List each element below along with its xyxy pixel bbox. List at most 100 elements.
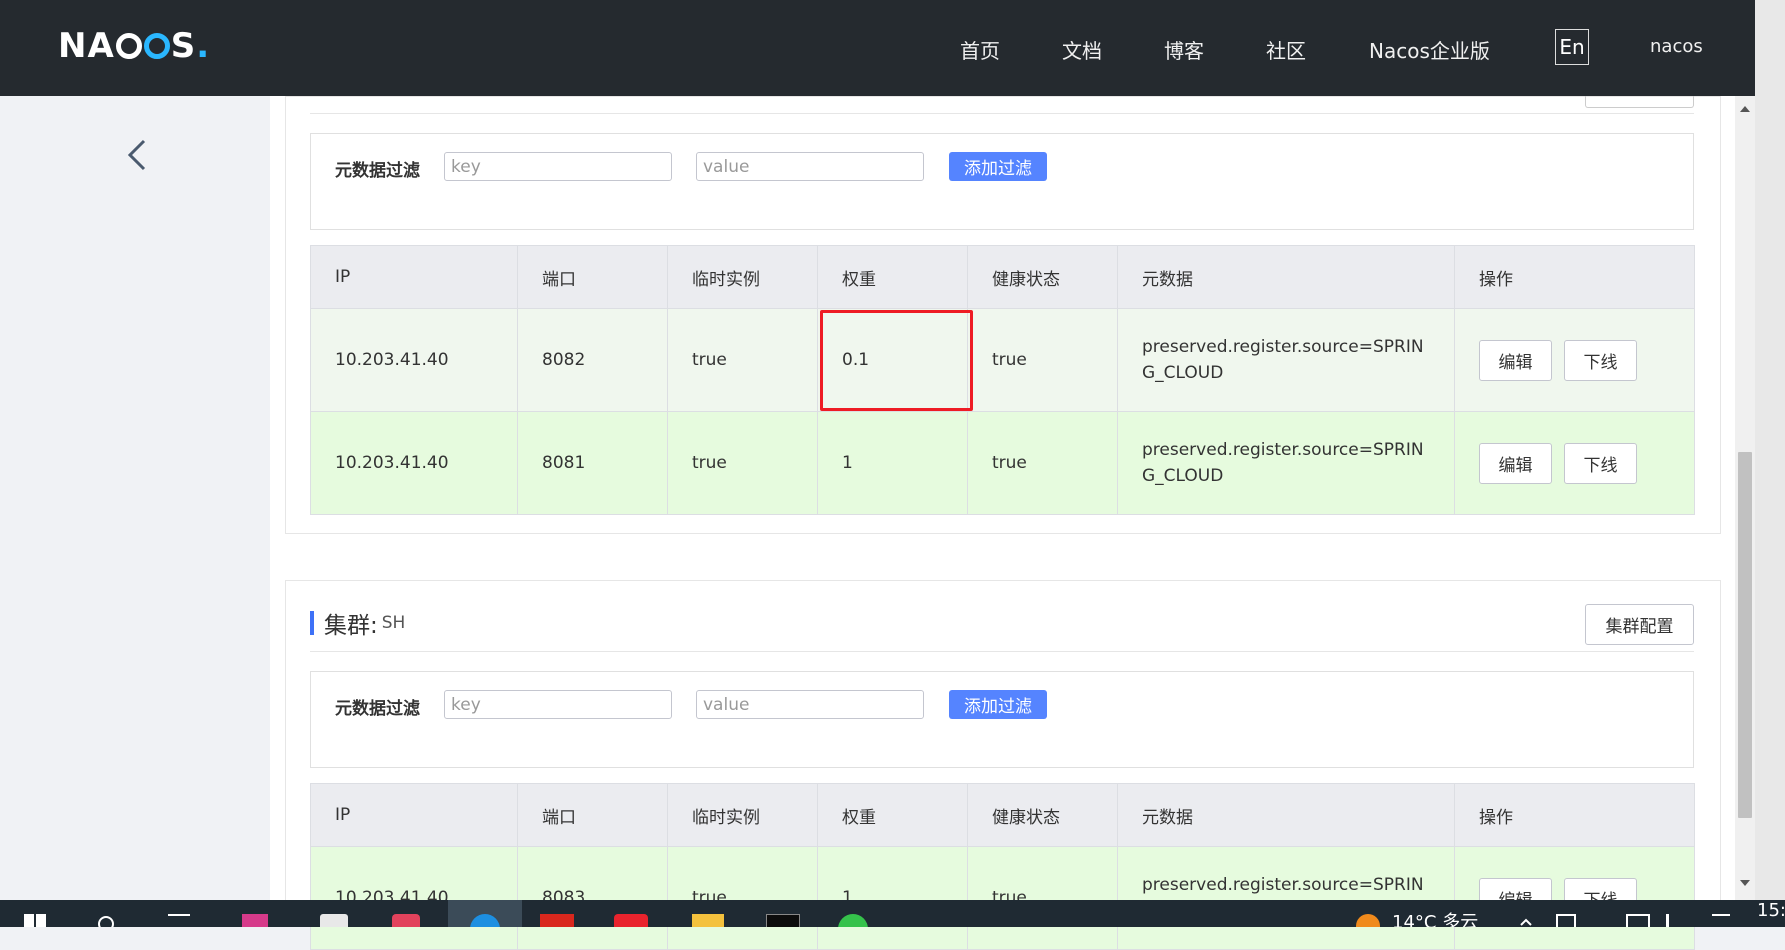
col-ephemeral: 临时实例 — [667, 245, 818, 309]
terminal-icon[interactable] — [766, 914, 800, 927]
back-arrow-icon[interactable] — [124, 138, 148, 172]
add-filter-button[interactable]: 添加过滤 — [949, 152, 1047, 181]
cell-port: 8082 — [517, 308, 668, 412]
ime-icon[interactable] — [1712, 914, 1730, 927]
chevron-up-icon[interactable] — [1518, 914, 1534, 927]
col-port: 端口 — [517, 245, 668, 309]
cluster-title: 集群: SH — [310, 606, 405, 640]
language-toggle[interactable]: En — [1555, 29, 1589, 65]
volume-icon[interactable] — [1666, 914, 1689, 927]
search-icon[interactable] — [96, 914, 118, 927]
scroll-up-arrow-icon[interactable] — [1740, 106, 1750, 112]
metadata-filter: 元数据过滤 添加过滤 — [310, 133, 1694, 230]
title-accent-bar — [310, 611, 314, 635]
app-icon[interactable] — [392, 914, 420, 927]
cell-health: true — [967, 411, 1118, 515]
youdao-icon[interactable] — [614, 914, 648, 927]
sidebar — [0, 96, 270, 900]
logo-ring-icon — [143, 33, 170, 59]
col-ephemeral: 临时实例 — [667, 783, 818, 847]
vertical-scrollbar[interactable] — [1735, 96, 1755, 900]
table-header-row: IP 端口 临时实例 权重 健康状态 元数据 操作 — [310, 245, 1695, 309]
filter-key-input[interactable] — [444, 152, 672, 181]
window-edge — [1755, 0, 1785, 900]
col-weight: 权重 — [817, 245, 968, 309]
intellij-icon[interactable] — [242, 914, 268, 927]
network-icon[interactable] — [1556, 914, 1576, 927]
nav-blog[interactable]: 博客 — [1164, 35, 1204, 64]
cell-health: true — [967, 308, 1118, 412]
weight-highlight-box — [820, 310, 973, 411]
task-view-icon[interactable] — [168, 914, 190, 927]
col-health: 健康状态 — [967, 783, 1118, 847]
cell-weight: 1 — [817, 411, 968, 515]
folder-icon[interactable] — [692, 914, 724, 927]
filter-value-input[interactable] — [696, 690, 924, 719]
metadata-filter: 元数据过滤 添加过滤 — [310, 671, 1694, 768]
windows-start-icon[interactable] — [24, 912, 46, 927]
filter-label: 元数据过滤 — [335, 699, 420, 719]
cell-metadata: preserved.register.source=SPRING_CLOUD — [1117, 308, 1455, 412]
nacos-logo[interactable]: NA S. — [58, 26, 210, 66]
cell-metadata: preserved.register.source=SPRING_CLOUD — [1117, 846, 1455, 950]
edit-button[interactable]: 编辑 — [1479, 339, 1552, 381]
nav-enterprise[interactable]: Nacos企业版 — [1369, 35, 1490, 64]
instance-table: IP 端口 临时实例 权重 健康状态 元数据 操作 10.203.41.40 8… — [310, 245, 1695, 515]
col-actions: 操作 — [1454, 783, 1695, 847]
divider — [310, 113, 1694, 114]
scroll-down-arrow-icon[interactable] — [1740, 880, 1750, 886]
cell-health: true — [967, 846, 1118, 950]
table-header-row: IP 端口 临时实例 权重 健康状态 元数据 操作 — [310, 783, 1695, 847]
cell-actions: 编辑下线 — [1454, 846, 1695, 950]
col-port: 端口 — [517, 783, 668, 847]
cluster-config-button[interactable] — [1585, 96, 1694, 108]
col-weight: 权重 — [817, 783, 968, 847]
col-metadata: 元数据 — [1117, 783, 1455, 847]
scroll-thumb[interactable] — [1738, 452, 1752, 818]
clock-time[interactable]: 15: — [1757, 900, 1785, 921]
wechat-icon[interactable] — [838, 914, 868, 927]
cell-ip: 10.203.41.40 — [310, 308, 518, 412]
cluster-name: SH — [381, 613, 406, 633]
xshell-icon[interactable] — [540, 914, 574, 927]
cell-port: 8081 — [517, 411, 668, 515]
cell-ephemeral: true — [667, 411, 818, 515]
cell-actions: 编辑下线 — [1454, 308, 1695, 412]
add-filter-button[interactable]: 添加过滤 — [949, 690, 1047, 719]
cell-ip: 10.203.41.40 — [310, 411, 518, 515]
cell-ephemeral: true — [667, 846, 818, 950]
nav-home[interactable]: 首页 — [960, 35, 1000, 64]
nav-docs[interactable]: 文档 — [1062, 35, 1102, 64]
cell-port: 8083 — [517, 846, 668, 950]
user-name[interactable]: nacos — [1650, 36, 1703, 57]
offline-button[interactable]: 下线 — [1564, 339, 1637, 381]
battery-icon[interactable] — [1626, 914, 1650, 927]
filter-label: 元数据过滤 — [335, 161, 420, 181]
cluster-label: 集群: — [324, 613, 378, 639]
cell-metadata: preserved.register.source=SPRING_CLOUD — [1117, 411, 1455, 515]
cell-ip: 10.203.41.40 — [310, 846, 518, 950]
col-ip: IP — [310, 783, 518, 847]
cell-weight: 1 — [817, 846, 968, 950]
table-row: 10.203.41.40 8082 true 0.1 true preserve… — [310, 308, 1695, 412]
cell-ephemeral: true — [667, 308, 818, 412]
table-row: 10.203.41.40 8083 true 1 true preserved.… — [310, 846, 1695, 950]
table-row: 10.203.41.40 8081 true 1 true preserved.… — [310, 411, 1695, 515]
col-metadata: 元数据 — [1117, 245, 1455, 309]
col-actions: 操作 — [1454, 245, 1695, 309]
os-taskbar: 14°C 多云 15: — [0, 900, 1785, 927]
logo-ring-icon — [115, 33, 142, 59]
offline-button[interactable]: 下线 — [1564, 442, 1637, 484]
nav-community[interactable]: 社区 — [1266, 35, 1306, 64]
filter-key-input[interactable] — [444, 690, 672, 719]
filter-value-input[interactable] — [696, 152, 924, 181]
weather-text[interactable]: 14°C 多云 — [1392, 908, 1478, 927]
divider — [310, 651, 1694, 652]
col-ip: IP — [310, 245, 518, 309]
weather-icon — [1356, 914, 1380, 927]
cluster-config-button[interactable]: 集群配置 — [1585, 604, 1694, 645]
text-editor-icon[interactable] — [320, 914, 348, 927]
edit-button[interactable]: 编辑 — [1479, 442, 1552, 484]
top-navbar: NA S. 首页 文档 博客 社区 Nacos企业版 En nacos — [0, 0, 1755, 96]
col-health: 健康状态 — [967, 245, 1118, 309]
